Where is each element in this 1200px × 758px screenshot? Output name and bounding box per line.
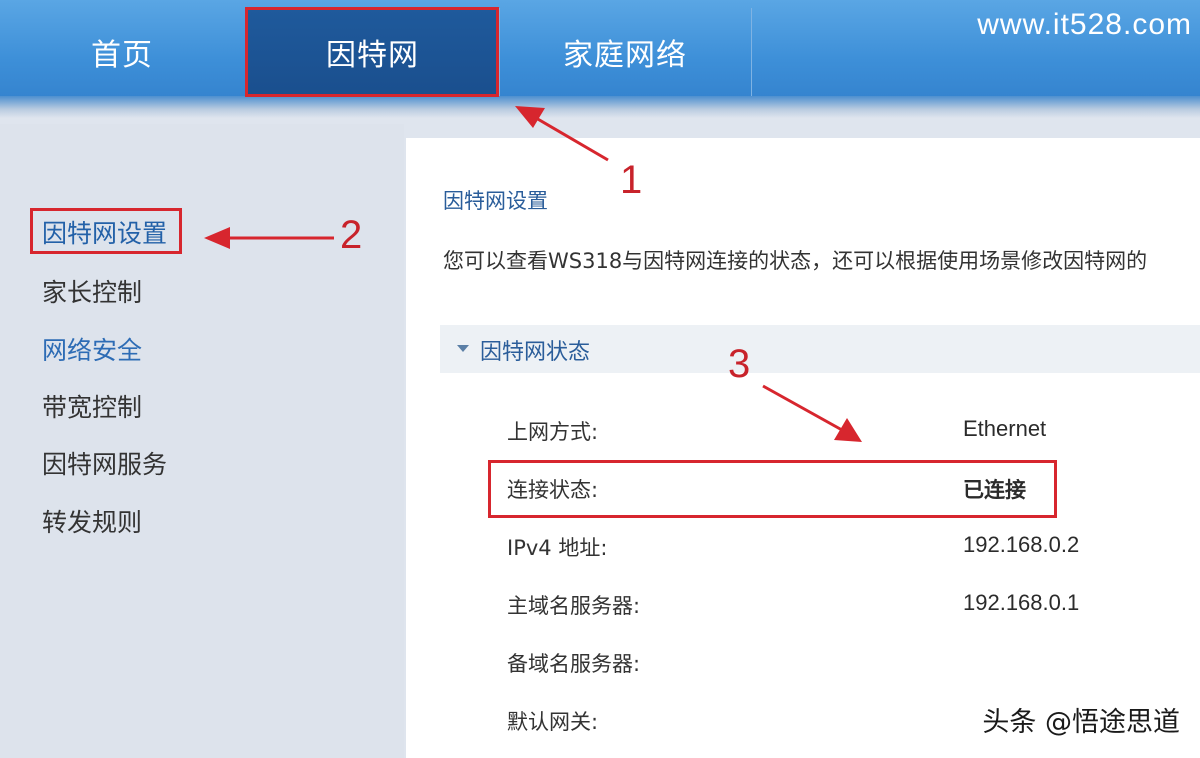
sidebar-item-internet-settings[interactable]: 因特网设置 [42,214,167,250]
page-description: 您可以查看WS318与因特网连接的状态，还可以根据使用场景修改因特网的 [443,249,1148,273]
callout-number-2: 2 [340,213,363,257]
tab-internet[interactable]: 因特网 [247,8,498,96]
callout-number-1: 1 [620,158,643,202]
row-value-primary-dns: 192.168.0.1 [963,590,1080,615]
nav-divider [751,8,752,96]
tab-home[interactable]: 首页 [0,8,244,96]
site-brand: www.it528.com [977,8,1192,41]
sidebar-item-internet-services[interactable]: 因特网服务 [42,445,167,481]
row-value-connection-status: 已连接 [963,478,1026,502]
status-panel-title: 因特网状态 [480,340,591,365]
row-label-ipv4: IPv4 地址: [507,536,608,560]
page-title: 因特网设置 [443,189,548,213]
sidebar-item-bandwidth-control[interactable]: 带宽控制 [42,388,142,424]
row-value-ipv4: 192.168.0.2 [963,532,1080,557]
tab-home-network[interactable]: 家庭网络 [500,8,750,96]
nav-divider [245,8,246,96]
sidebar-item-forwarding-rules[interactable]: 转发规则 [42,503,142,539]
collapse-caret-icon[interactable] [457,345,469,352]
row-value-connection-type: Ethernet [963,416,1047,441]
sidebar-item-network-security[interactable]: 网络安全 [42,331,142,367]
row-label-connection-type: 上网方式: [507,420,599,444]
callout-number-3: 3 [728,342,751,386]
row-label-connection-status: 连接状态: [507,478,599,502]
top-nav-shadow [0,96,1200,118]
row-label-primary-dns: 主域名服务器: [507,594,641,618]
row-label-default-gateway: 默认网关: [507,710,599,734]
row-label-secondary-dns: 备域名服务器: [507,652,641,676]
watermark-text: 头条 @悟途思道 [982,707,1180,738]
sidebar-item-parental-control[interactable]: 家长控制 [42,273,142,309]
